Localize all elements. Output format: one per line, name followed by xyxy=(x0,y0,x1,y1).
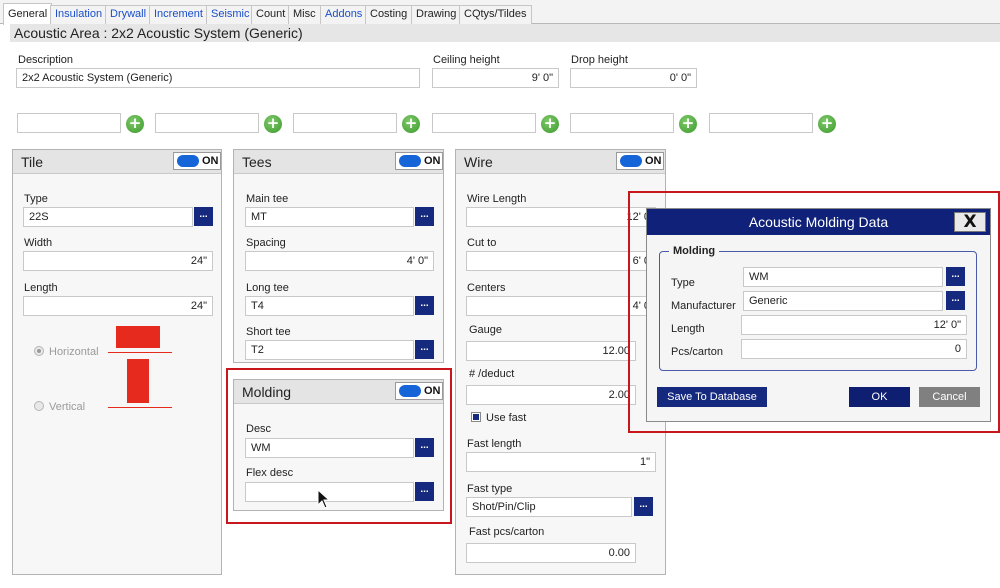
drop-height-input[interactable]: 0' 0" xyxy=(570,68,697,88)
dialog-title: Acoustic Molding Data xyxy=(647,209,990,235)
tab-bar: General Insulation Drywall Increment Sei… xyxy=(0,0,1000,25)
description-input[interactable]: 2x2 Acoustic System (Generic) xyxy=(16,68,420,88)
ceiling-height-label: Ceiling height xyxy=(433,54,500,66)
add-icon[interactable]: + xyxy=(402,115,420,133)
acoustic-molding-dialog: Acoustic Molding Data X Molding Type WM … xyxy=(646,208,991,422)
extra-field-6[interactable] xyxy=(709,113,813,133)
horizontal-radio[interactable] xyxy=(34,346,44,356)
cancel-button[interactable]: Cancel xyxy=(919,387,980,407)
dialog-type-input[interactable]: WM xyxy=(743,267,943,287)
long-tee-label: Long tee xyxy=(246,282,289,294)
more-icon[interactable]: ... xyxy=(634,497,653,516)
ok-button[interactable]: OK xyxy=(849,387,910,407)
gauge-label: Gauge xyxy=(469,324,503,336)
main-tee-input[interactable]: MT xyxy=(245,207,414,227)
tab-count[interactable]: Count xyxy=(251,5,291,24)
more-icon[interactable]: ... xyxy=(415,296,434,315)
tees-toggle[interactable]: ON xyxy=(395,152,443,170)
dialog-type-label: Type xyxy=(671,277,695,289)
tile-width-input[interactable]: 24" xyxy=(23,251,213,271)
main-tee-label: Main tee xyxy=(246,193,289,205)
molding-highlight-box xyxy=(226,368,452,524)
close-icon[interactable]: X xyxy=(954,212,986,232)
ceiling-height-input[interactable]: 9' 0" xyxy=(432,68,559,88)
more-icon[interactable]: ... xyxy=(946,267,965,286)
add-icon[interactable]: + xyxy=(541,115,559,133)
use-fast-label: Use fast xyxy=(486,412,527,424)
use-fast-checkbox[interactable] xyxy=(471,412,481,422)
horizontal-label: Horizontal xyxy=(49,346,99,358)
drop-height-label: Drop height xyxy=(571,54,628,66)
short-tee-input[interactable]: T2 xyxy=(245,340,414,360)
more-icon[interactable]: ... xyxy=(946,291,965,310)
tile-toggle[interactable]: ON xyxy=(173,152,221,170)
tile-width-label: Width xyxy=(24,237,53,249)
fast-pcs-input[interactable]: 0.00 xyxy=(466,543,636,563)
horizontal-tile-icon xyxy=(116,326,160,348)
tile-type-label: Type xyxy=(24,193,48,205)
tab-general[interactable]: General xyxy=(3,3,53,25)
extra-field-3[interactable] xyxy=(293,113,397,133)
tab-insulation[interactable]: Insulation xyxy=(50,5,108,24)
fast-pcs-label: Fast pcs/carton xyxy=(469,526,545,538)
tab-increment[interactable]: Increment xyxy=(149,5,208,24)
fast-type-input[interactable]: Shot/Pin/Clip xyxy=(466,497,632,517)
manufacturer-input[interactable]: Generic xyxy=(743,291,943,311)
extra-field-4[interactable] xyxy=(432,113,536,133)
mouse-cursor-icon xyxy=(317,489,331,509)
centers-label: Centers xyxy=(467,282,506,294)
tab-drawing[interactable]: Drawing xyxy=(411,5,462,24)
long-tee-input[interactable]: T4 xyxy=(245,296,414,316)
vertical-label: Vertical xyxy=(49,401,86,413)
vertical-tile-icon xyxy=(127,359,149,403)
manufacturer-label: Manufacturer xyxy=(671,300,736,312)
more-icon[interactable]: ... xyxy=(194,207,213,226)
tile-type-input[interactable]: 22S xyxy=(23,207,193,227)
add-icon[interactable]: + xyxy=(264,115,282,133)
wire-length-label: Wire Length xyxy=(467,193,527,205)
fast-type-label: Fast type xyxy=(467,483,513,495)
fast-length-label: Fast length xyxy=(467,438,522,450)
wire-toggle[interactable]: ON xyxy=(616,152,664,170)
deduct-input[interactable]: 2.00 xyxy=(466,385,636,405)
tile-length-input[interactable]: 24" xyxy=(23,296,213,316)
add-icon[interactable]: + xyxy=(679,115,697,133)
dialog-length-label: Length xyxy=(671,323,705,335)
more-icon[interactable]: ... xyxy=(415,340,434,359)
molding-group-label: Molding xyxy=(669,245,720,257)
short-tee-label: Short tee xyxy=(246,326,291,338)
tile-panel: Tile ON Type 22S ... Width 24" Length 24… xyxy=(12,149,222,575)
pcs-carton-label: Pcs/carton xyxy=(671,346,723,358)
tile-length-label: Length xyxy=(24,282,58,294)
gauge-input[interactable]: 12.00 xyxy=(466,341,636,361)
add-icon[interactable]: + xyxy=(818,115,836,133)
save-to-database-button[interactable]: Save To Database xyxy=(657,387,767,407)
spacing-label: Spacing xyxy=(246,237,286,249)
tab-seismic[interactable]: Seismic xyxy=(206,5,255,24)
tab-cqtys-tildes[interactable]: CQtys/Tildes xyxy=(459,5,532,24)
extra-field-5[interactable] xyxy=(570,113,674,133)
pcs-carton-input[interactable]: 0 xyxy=(741,339,967,359)
tees-panel: Tees ON Main tee MT ... Spacing 4' 0" Lo… xyxy=(233,149,444,363)
vertical-line xyxy=(108,407,172,408)
extra-field-2[interactable] xyxy=(155,113,259,133)
vertical-radio[interactable] xyxy=(34,401,44,411)
add-icon[interactable]: + xyxy=(126,115,144,133)
more-icon[interactable]: ... xyxy=(415,207,434,226)
tab-addons[interactable]: Addons xyxy=(320,5,368,24)
description-label: Description xyxy=(18,54,74,66)
cut-to-label: Cut to xyxy=(467,237,497,249)
deduct-label: # /deduct xyxy=(469,368,515,380)
spacing-input[interactable]: 4' 0" xyxy=(245,251,434,271)
horizontal-line xyxy=(108,352,172,353)
extra-field-1[interactable] xyxy=(17,113,121,133)
fast-length-input[interactable]: 1" xyxy=(466,452,656,472)
page-title: Acoustic Area : 2x2 Acoustic System (Gen… xyxy=(10,24,1000,42)
tab-costing[interactable]: Costing xyxy=(365,5,413,24)
tab-drywall[interactable]: Drywall xyxy=(105,5,152,24)
tab-misc[interactable]: Misc xyxy=(288,5,321,24)
dialog-length-input[interactable]: 12' 0" xyxy=(741,315,967,335)
